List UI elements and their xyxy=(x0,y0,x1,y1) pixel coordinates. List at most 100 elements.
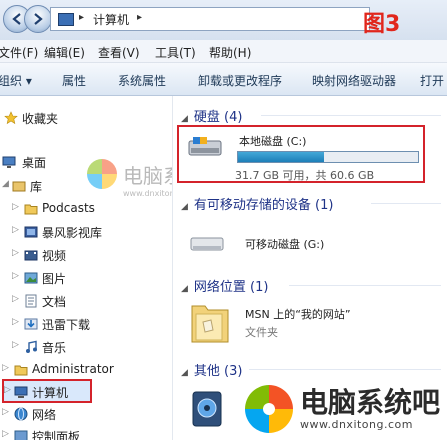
expand-arrow-icon[interactable]: ▷ xyxy=(12,317,19,327)
folder-name: MSN 上的“我的网站” xyxy=(245,308,351,321)
menu-help[interactable]: 帮助(H) xyxy=(209,44,251,61)
music-icon xyxy=(26,340,37,353)
drive-c[interactable]: 本地磁盘 (C:) 31.7 GB 可用，共 60.6 GB xyxy=(177,125,425,183)
collapse-arrow-icon[interactable]: ◢ xyxy=(181,114,188,124)
nav-item-music[interactable]: ▷ 音乐 xyxy=(0,337,172,357)
group-title: 硬盘 (4) xyxy=(193,110,243,125)
media-device-icon xyxy=(192,391,222,427)
nav-label: Administrator xyxy=(32,362,114,376)
collapse-arrow-icon[interactable]: ◢ xyxy=(181,202,188,212)
nav-label: 收藏夹 xyxy=(22,112,59,126)
nav-item-podcasts[interactable]: ▷ Podcasts xyxy=(0,199,172,219)
nav-label: 迅雷下载 xyxy=(42,318,91,332)
menu-view[interactable]: 查看(V) xyxy=(98,44,140,61)
nav-item-baofeng[interactable]: ▷ 暴风影视库 xyxy=(0,222,172,242)
nav-item-administrator[interactable]: ▷ Administrator xyxy=(0,360,172,380)
map-network-drive-button[interactable]: 映射网络驱动器 xyxy=(312,72,396,89)
expand-arrow-icon[interactable]: ▷ xyxy=(12,225,19,235)
nav-label: 音乐 xyxy=(42,341,67,355)
nav-item-computer[interactable]: ▷ 计算机 xyxy=(0,382,172,402)
address-bar: ▸ 计算机 ▸ 图3 xyxy=(0,0,447,40)
group-title: 有可移动存储的设备 (1) xyxy=(193,198,334,213)
back-arrow-icon xyxy=(12,13,21,25)
star-icon xyxy=(4,111,18,125)
properties-button[interactable]: 属性 xyxy=(62,72,86,89)
forward-button[interactable] xyxy=(24,5,52,33)
address-box[interactable]: ▸ 计算机 ▸ xyxy=(50,7,370,31)
nav-label: 文档 xyxy=(42,295,67,309)
breadcrumb-computer[interactable]: 计算机 xyxy=(93,11,129,28)
user-folder-icon xyxy=(14,365,28,376)
computer-icon xyxy=(14,386,28,398)
folder-icon xyxy=(191,305,229,343)
removable-drive-g[interactable]: 可移动磁盘 (G:) xyxy=(189,232,369,256)
expand-arrow-icon[interactable]: ▷ xyxy=(4,385,11,395)
watermark-small xyxy=(86,158,118,190)
open-button[interactable]: 打开 xyxy=(420,72,444,89)
nav-label: 视频 xyxy=(42,249,67,263)
nav-label: 暴风影视库 xyxy=(42,226,103,240)
watermark-url: www.dnxitong.com xyxy=(300,417,413,431)
forward-arrow-icon xyxy=(34,13,43,25)
menu-tools[interactable]: 工具(T) xyxy=(155,44,196,61)
menu-file[interactable]: 文件(F) xyxy=(0,44,38,61)
expand-arrow-icon[interactable]: ▷ xyxy=(12,340,19,350)
watermark-big: 电脑系统吧 www.dnxitong.com xyxy=(244,384,440,434)
group-header-netloc[interactable]: ◢ 网络位置 (1) xyxy=(181,276,268,295)
command-toolbar: 组织 ▾ 属性 系统属性 卸载或更改程序 映射网络驱动器 打开 xyxy=(0,63,447,96)
group-header-other[interactable]: ◢ 其他 (3) xyxy=(181,360,242,379)
control-panel-icon xyxy=(14,430,28,440)
group-title: 其他 (3) xyxy=(193,364,243,379)
drive-usage-bar xyxy=(237,151,419,163)
video-library-icon xyxy=(24,226,38,238)
drive-name: 本地磁盘 (C:) xyxy=(239,135,307,148)
system-properties-button[interactable]: 系统属性 xyxy=(118,72,166,89)
collapse-arrow-icon[interactable]: ◢ xyxy=(181,368,188,378)
expand-arrow-icon[interactable]: ▷ xyxy=(2,429,9,439)
group-title: 网络位置 (1) xyxy=(193,280,269,295)
expand-arrow-icon[interactable]: ▷ xyxy=(12,202,19,212)
removable-drive-name: 可移动磁盘 (G:) xyxy=(245,238,325,251)
divider xyxy=(289,285,441,286)
removable-drive-icon xyxy=(190,237,224,251)
nav-label: 计算机 xyxy=(32,386,69,400)
divider xyxy=(261,115,441,116)
nav-item-control-panel[interactable]: ▷ 控制面板 xyxy=(0,426,172,440)
library-icon xyxy=(12,181,26,192)
msn-website-folder[interactable]: MSN 上的“我的网站” 文件夹 xyxy=(189,300,409,348)
group-header-hdd[interactable]: ◢ 硬盘 (4) xyxy=(181,106,242,125)
nav-item-video[interactable]: ▷ 视频 xyxy=(0,245,172,265)
chevron-right-icon[interactable]: ▸ xyxy=(137,12,142,23)
nav-label: 控制面板 xyxy=(32,430,81,440)
expand-arrow-icon[interactable]: ▷ xyxy=(12,271,19,281)
divider xyxy=(371,203,441,204)
drive-capacity: 31.7 GB 可用，共 60.6 GB xyxy=(235,169,375,182)
other-item-media[interactable] xyxy=(189,386,233,430)
watermark-title: 电脑系统吧 xyxy=(300,385,441,419)
group-header-removable[interactable]: ◢ 有可移动存储的设备 (1) xyxy=(181,194,333,213)
nav-item-favorites[interactable]: 收藏夹 xyxy=(0,108,172,128)
nav-label: 网络 xyxy=(32,408,57,422)
nav-item-docs[interactable]: ▷ 文档 xyxy=(0,291,172,311)
collapse-arrow-icon[interactable]: ◢ xyxy=(181,284,188,294)
windows-logo-icon xyxy=(87,159,117,189)
nav-label: 图片 xyxy=(42,272,67,286)
menu-edit[interactable]: 编辑(E) xyxy=(44,44,85,61)
organize-button[interactable]: 组织 ▾ xyxy=(0,72,32,89)
expand-arrow-icon[interactable]: ▷ xyxy=(12,294,19,304)
hard-drive-icon xyxy=(188,137,222,156)
nav-label: Podcasts xyxy=(42,201,95,215)
collapse-arrow-icon[interactable]: ◢ xyxy=(2,179,9,189)
nav-item-network[interactable]: ▷ 网络 xyxy=(0,404,172,424)
chevron-right-icon[interactable]: ▸ xyxy=(79,12,84,23)
expand-arrow-icon[interactable]: ▷ xyxy=(12,248,19,258)
expand-arrow-icon[interactable]: ▷ xyxy=(2,407,9,417)
nav-item-pictures[interactable]: ▷ 图片 xyxy=(0,268,172,288)
download-folder-icon xyxy=(24,318,38,330)
navigation-pane: 收藏夹 桌面 ◢ 库 ▷ Podcasts ▷ 暴风影视库 ▷ 视频 ▷ 图片 … xyxy=(0,96,172,440)
nav-item-xunlei[interactable]: ▷ 迅雷下载 xyxy=(0,314,172,334)
uninstall-program-button[interactable]: 卸载或更改程序 xyxy=(198,72,282,89)
pictures-icon xyxy=(24,272,38,284)
expand-arrow-icon[interactable]: ▷ xyxy=(2,363,9,373)
figure-label: 图3 xyxy=(363,12,401,37)
